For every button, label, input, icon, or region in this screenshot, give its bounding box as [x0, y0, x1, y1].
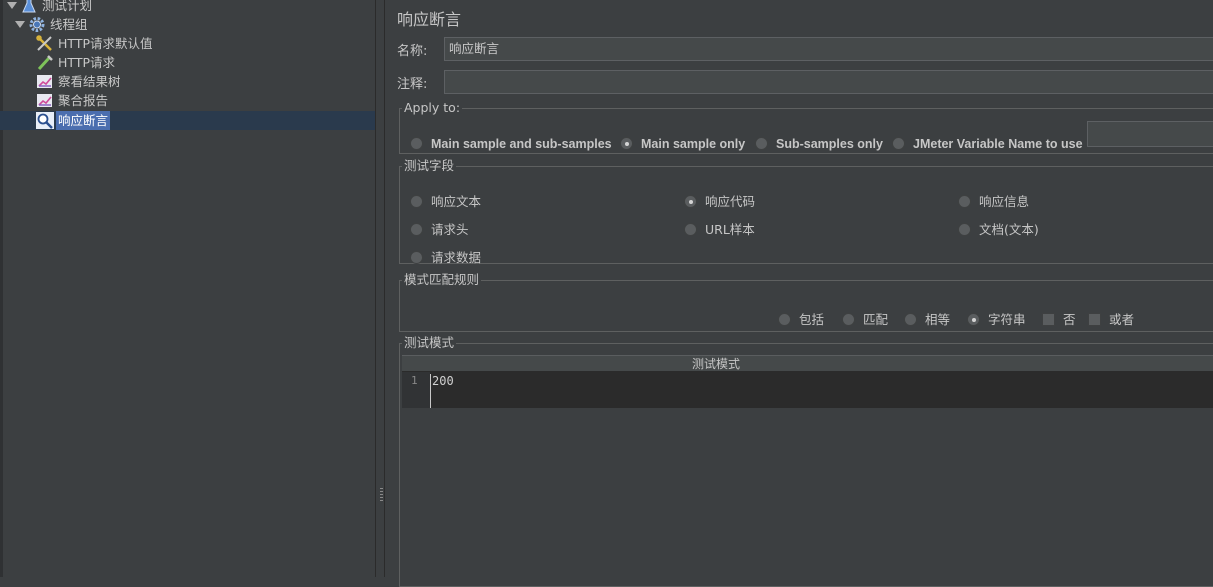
radio-button[interactable]: [778, 313, 791, 326]
drag-grip-icon[interactable]: [380, 488, 383, 502]
expand-arrow-icon[interactable]: [14, 15, 26, 34]
chart-icon: [36, 92, 54, 109]
comment-label: 注释:: [397, 77, 428, 92]
tree-item-label: 线程组: [50, 17, 88, 32]
option-label: 响应代码: [705, 194, 756, 209]
test-field-group: 测试字段 响应文本 响应代码 响应信息 请求头 URL样本 文档(文本) 请求数…: [399, 158, 1213, 265]
option-label: 字符串: [988, 312, 1026, 327]
magnifier-icon: [36, 112, 54, 129]
tree-item-aggregate-report[interactable]: 聚合报告: [0, 91, 375, 110]
jmeter-variable-name-field[interactable]: [1087, 121, 1213, 147]
tree-item-label: 响应断言: [56, 111, 111, 130]
option-label: 响应信息: [979, 194, 1030, 209]
radio-button[interactable]: [892, 137, 905, 150]
comment-field[interactable]: [444, 70, 1213, 94]
gear-icon: [28, 16, 46, 33]
patterns-to-test-legend: 测试模式: [404, 335, 455, 350]
tree-item-thread-group[interactable]: 线程组: [0, 15, 375, 34]
radio-button-selected[interactable]: [967, 313, 980, 326]
option-label: Sub-samples only: [776, 137, 883, 151]
wrench-icon: [36, 35, 54, 52]
tree-item-view-results-tree[interactable]: 察看结果树: [0, 72, 375, 91]
expand-arrow-icon[interactable]: [6, 0, 18, 15]
radio-button[interactable]: [904, 313, 917, 326]
radio-button-selected[interactable]: [684, 195, 697, 208]
name-field[interactable]: 响应断言: [444, 37, 1213, 61]
pattern-matching-rules-group: 模式匹配规则 包括 匹配 相等 字符串 否 或者: [399, 272, 1213, 332]
split-pane-divider[interactable]: [375, 0, 385, 577]
radio-button[interactable]: [755, 137, 768, 150]
option-label: 请求数据: [431, 250, 482, 265]
checkbox[interactable]: [1042, 313, 1055, 326]
option-label: 否: [1063, 312, 1076, 327]
radio-button[interactable]: [410, 195, 423, 208]
option-label: 响应文本: [431, 194, 482, 209]
tree-item-test-plan[interactable]: 测试计划: [0, 0, 375, 15]
radio-button[interactable]: [842, 313, 855, 326]
chart-icon: [36, 73, 54, 90]
option-label: 包括: [799, 312, 825, 327]
option-label: 相等: [925, 312, 951, 327]
tree-item-label: HTTP请求默认值: [58, 36, 153, 51]
option-label: 匹配: [863, 312, 889, 327]
radio-button[interactable]: [410, 251, 423, 264]
checkbox[interactable]: [1088, 313, 1101, 326]
option-label: 请求头: [431, 222, 469, 237]
radio-button[interactable]: [958, 195, 971, 208]
test-plan-tree[interactable]: 测试计划 线程组 HTTP请求默认值 HTTP请求 察看结果树 聚合报告 响应断…: [0, 0, 375, 577]
tree-item-label: 聚合报告: [58, 93, 109, 108]
option-label: 或者: [1109, 312, 1135, 327]
text-caret: [430, 374, 431, 408]
pipette-icon: [36, 54, 54, 71]
option-label: Main sample and sub-samples: [431, 137, 612, 151]
tree-item-label: 测试计划: [42, 0, 93, 13]
patterns-table-row[interactable]: 1 200: [402, 372, 1213, 408]
option-label: 文档(文本): [979, 222, 1039, 237]
line-number-gutter: 1: [402, 372, 430, 408]
response-assertion-panel: 响应断言 名称: 响应断言 注释: Apply to: Main sample …: [386, 0, 1213, 587]
line-number: 1: [411, 374, 418, 387]
apply-to-legend: Apply to:: [404, 100, 461, 115]
radio-button[interactable]: [958, 223, 971, 236]
option-label: JMeter Variable Name to use: [913, 137, 1083, 151]
radio-button[interactable]: [684, 223, 697, 236]
radio-button[interactable]: [410, 223, 423, 236]
flask-icon: [20, 0, 38, 14]
tree-item-http-request[interactable]: HTTP请求: [0, 53, 375, 72]
pattern-matching-rules-legend: 模式匹配规则: [404, 272, 480, 287]
option-label: URL样本: [705, 222, 755, 237]
tree-item-response-assertion[interactable]: 响应断言: [0, 111, 375, 130]
tree-item-label: 察看结果树: [58, 74, 121, 89]
radio-button[interactable]: [410, 137, 423, 150]
name-label: 名称:: [397, 44, 428, 59]
option-label: Main sample only: [641, 137, 746, 151]
tree-item-http-defaults[interactable]: HTTP请求默认值: [0, 34, 375, 53]
radio-button-selected[interactable]: [620, 137, 633, 150]
panel-title: 响应断言: [397, 10, 462, 29]
test-field-legend: 测试字段: [404, 158, 455, 173]
patterns-column-header[interactable]: 测试模式: [402, 355, 1213, 372]
pattern-value[interactable]: 200: [432, 374, 454, 388]
tree-item-label: HTTP请求: [58, 55, 115, 70]
